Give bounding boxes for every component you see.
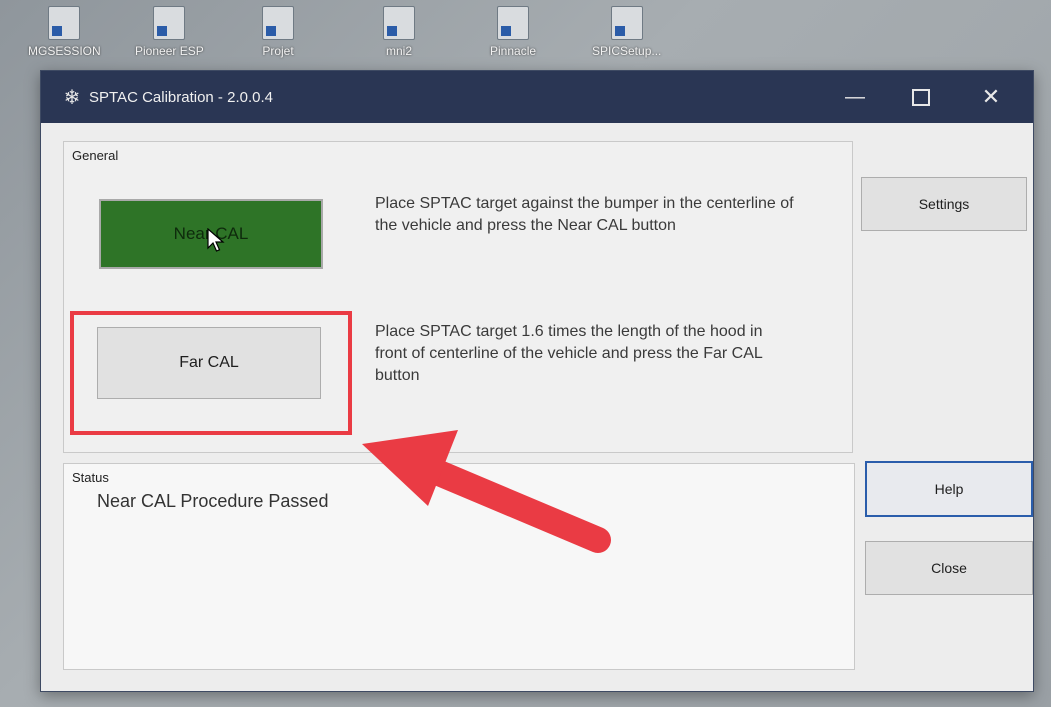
- window-title: SPTAC Calibration - 2.0.0.4: [89, 88, 273, 106]
- close-button[interactable]: Close: [865, 541, 1033, 595]
- near-cal-description: Place SPTAC target against the bumper in…: [375, 195, 794, 234]
- desktop-icon-label: Projet: [262, 44, 294, 58]
- desktop-icon-pioneer[interactable]: Pioneer ESP: [135, 6, 204, 58]
- installer-icon: [610, 6, 643, 40]
- desktop-icon-label: MGSESSION: [28, 44, 101, 58]
- snowflake-icon: ❄: [63, 86, 81, 109]
- far-cal-description: Place SPTAC target 1.6 times the length …: [375, 323, 763, 384]
- help-button[interactable]: Help: [865, 461, 1033, 517]
- app-icon: [497, 6, 530, 40]
- desktop-icon-pinnacle[interactable]: Pinnacle: [490, 6, 536, 58]
- mouse-cursor-icon: [207, 228, 225, 252]
- desktop-icon-mgsession[interactable]: MGSESSION: [28, 6, 101, 58]
- desktop-icon-label: SPICSetup...: [592, 44, 662, 58]
- desktop-icon-label: Pioneer ESP: [135, 44, 204, 58]
- minimize-icon: —: [845, 85, 865, 108]
- close-icon: ✕: [981, 84, 1001, 109]
- excel-icon: [153, 6, 186, 40]
- general-group-label: General: [72, 148, 119, 163]
- desktop-icon-mni2[interactable]: mni2: [383, 6, 415, 58]
- desktop-icon-spicsetup[interactable]: SPICSetup...: [592, 6, 661, 58]
- desktop-icon-projet[interactable]: Projet: [262, 6, 294, 58]
- desktop-icon-label: mni2: [385, 44, 412, 58]
- settings-button[interactable]: Settings: [861, 177, 1027, 231]
- shortcut-icon: [48, 6, 81, 40]
- maximize-button[interactable]: [891, 71, 951, 123]
- desktop-icon-label: Pinnacle: [490, 44, 537, 58]
- annotation-highlight-box: [70, 311, 352, 435]
- title-bar[interactable]: ❄ SPTAC Calibration - 2.0.0.4 — ✕: [41, 71, 1033, 123]
- shortcut-icon: [383, 6, 415, 40]
- shortcut-icon: [262, 6, 294, 40]
- status-group-label: Status: [72, 470, 109, 485]
- maximize-icon: [912, 88, 930, 106]
- minimize-button[interactable]: —: [825, 71, 885, 123]
- status-message: Near CAL Procedure Passed: [97, 491, 329, 511]
- close-window-button[interactable]: ✕: [961, 71, 1021, 123]
